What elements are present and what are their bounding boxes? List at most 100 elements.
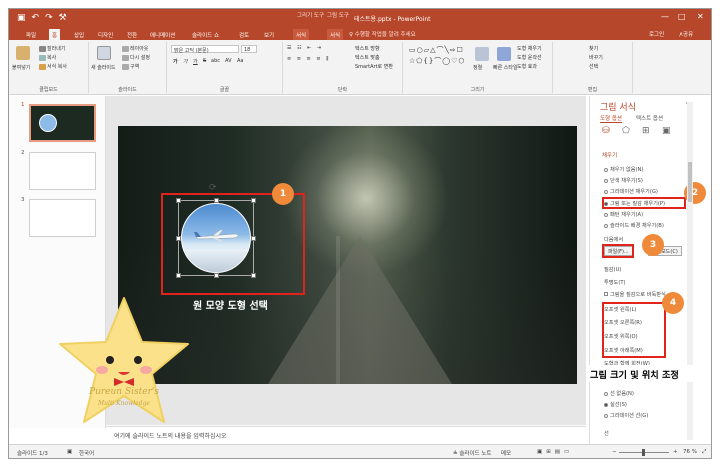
pentagon-icon[interactable]: ⬠ [622,126,632,136]
shadow-button[interactable]: abc [211,58,220,64]
tab-transitions[interactable]: 전환 [124,29,140,40]
tab-format-drawing[interactable]: 서식 [293,29,310,40]
new-slide-icon[interactable] [97,46,111,60]
strike-button[interactable]: S [203,58,206,64]
italic-button[interactable]: 가 [183,58,188,65]
shapes-gallery[interactable]: ▭○▱△⌒╲⇨☐ [409,45,464,55]
rotate-handle-icon[interactable]: ⟳ [209,183,217,193]
spellcheck-icon[interactable]: ▣ [67,449,72,455]
fill-option-gradient[interactable]: 그라데이션 채우기(G) [604,188,658,195]
tile-checkbox[interactable]: 그림을 질감으로 바둑판식 [604,291,666,298]
tab-file[interactable]: 파일 [23,29,39,40]
select-button[interactable]: 선택 [589,63,598,70]
tab-format-picture[interactable]: 서식 [327,29,344,40]
reset-button[interactable]: 다시 설정 [122,54,150,61]
language-indicator[interactable]: 한국어 [79,449,94,457]
tab-text-options[interactable]: 텍스트 옵션 [636,114,663,122]
shape-effect-button[interactable]: 도형 효과 [517,63,537,70]
zoom-out-button[interactable]: − [612,449,617,455]
case-button[interactable]: Aa [237,58,243,64]
underline-button[interactable]: 가 [193,58,198,65]
fill-option-solid[interactable]: 단색 채우기(S) [604,177,643,184]
quick-style-icon[interactable] [497,47,511,61]
fill-option-pattern[interactable]: 패턴 채우기(A) [604,211,643,218]
tab-design[interactable]: 디자인 [95,29,116,40]
arrange-icon[interactable] [475,47,489,61]
thumb-slide-3[interactable] [29,199,96,237]
line-option-none[interactable]: 선 없음(N) [604,390,634,397]
shape-fill-button[interactable]: 도형 채우기 [517,45,542,52]
tell-me-search[interactable]: ♀ 수행할 작업을 알려 주세요 [349,30,416,38]
share-button[interactable]: ዶ공유 [679,30,693,39]
size-icon[interactable]: ⊞ [642,126,652,136]
handle-ne[interactable] [251,198,256,203]
paste-button[interactable]: 붙여넣기 [12,64,30,71]
arrange-button[interactable]: 정렬 [473,64,482,71]
font-name-dropdown[interactable]: 맑은 고딕 (본문) [171,45,239,54]
align-buttons[interactable]: ≡ ≡ ≡ ≡ ⫼ [287,56,330,62]
list-buttons[interactable]: ☰ ☷ ⇤ ⇥ [287,45,323,51]
picture-icon[interactable]: ▣ [662,126,672,136]
save-icon[interactable]: ▣ [17,13,32,23]
notes-toggle[interactable]: ≜ 슬라이드 노트 [453,449,491,457]
zoom-in-button[interactable]: + [673,449,678,455]
tab-animations[interactable]: 애니메이션 [147,29,178,40]
comments-toggle[interactable]: 메모 [501,449,511,457]
tab-slideshow[interactable]: 슬라이드 쇼 [189,29,222,40]
text-align-button[interactable]: 텍스트 맞춤 [355,54,380,61]
tab-insert[interactable]: 삽입 [71,29,87,40]
pane-scrollbar[interactable] [687,102,693,440]
circle-shape-airplane-picture[interactable] [181,203,251,273]
zoom-level[interactable]: 76 % [683,449,697,455]
handle-nw[interactable] [176,198,181,203]
handle-se[interactable] [251,273,256,278]
replace-button[interactable]: 바꾸기 [589,54,603,61]
redo-icon[interactable]: ↷ [45,13,59,23]
fit-window-icon[interactable]: ⤢ [702,449,706,456]
fill-option-none[interactable]: 채우기 없음(N) [604,166,643,173]
maximize-button[interactable]: □ [678,12,686,21]
view-buttons[interactable]: ▣⊞▤▭ [537,449,573,455]
line-header[interactable]: 선 [604,430,609,437]
quick-access-toolbar[interactable]: ▣↶↷⚒ [17,13,73,23]
cut-button[interactable]: 잘라내기 [39,45,65,52]
minimize-button[interactable]: — [661,12,669,21]
line-option-solid[interactable]: 실선(S) [604,401,627,408]
fill-bucket-icon[interactable]: ⛁ [602,126,612,136]
smartart-button[interactable]: SmartArt로 변환 [355,63,393,70]
layout-button[interactable]: 레이아웃 [122,45,148,52]
new-slide-button[interactable]: 새 슬라이드 [91,64,116,71]
section-button[interactable]: 구역 [122,63,139,70]
tab-shape-options[interactable]: 도형 옵션 [600,114,622,123]
spacing-button[interactable]: AV [225,58,232,64]
handle-s[interactable] [214,273,219,278]
shapes-gallery-row2[interactable]: ☆⬠{}⌒◯♡⬡ [409,56,466,66]
texture-dropdown[interactable]: 질감(U) [604,266,621,273]
handle-e[interactable] [251,236,256,241]
thumb-slide-1[interactable] [29,104,96,142]
fill-option-slide-bg[interactable]: 슬라이드 배경 채우기(B) [604,222,664,229]
font-size-dropdown[interactable]: 18 [241,45,257,53]
shape-outline-button[interactable]: 도형 윤곽선 [517,54,542,61]
tab-home[interactable]: 홈 [49,29,61,40]
handle-sw[interactable] [176,273,181,278]
text-direction-button[interactable]: 텍스트 방향 [355,45,380,52]
quick-style-button[interactable]: 빠른 스타일 [493,64,518,71]
copy-button[interactable]: 복사 [39,54,56,61]
transparency-slider[interactable]: 투명도(T) [604,279,626,286]
find-button[interactable]: 찾기 [589,45,598,52]
bold-button[interactable]: 가 [173,58,178,65]
undo-icon[interactable]: ↶ [32,13,46,23]
close-button[interactable]: ✕ [697,12,704,21]
paste-icon[interactable] [16,46,30,60]
thumb-slide-2[interactable] [29,152,96,190]
tab-review[interactable]: 검토 [236,29,252,40]
format-copy-button[interactable]: 서식 복사 [39,63,67,70]
tab-view[interactable]: 보기 [261,29,277,40]
signin-link[interactable]: 로그인 [649,30,664,38]
scrollbar-thumb[interactable] [688,162,692,202]
format-painter-icon[interactable]: ⚒ [59,13,73,23]
fill-header[interactable]: 채우기 [602,151,617,159]
zoom-slider-knob[interactable] [642,449,645,456]
line-option-gradient[interactable]: 그라데이션 선(G) [604,412,648,419]
